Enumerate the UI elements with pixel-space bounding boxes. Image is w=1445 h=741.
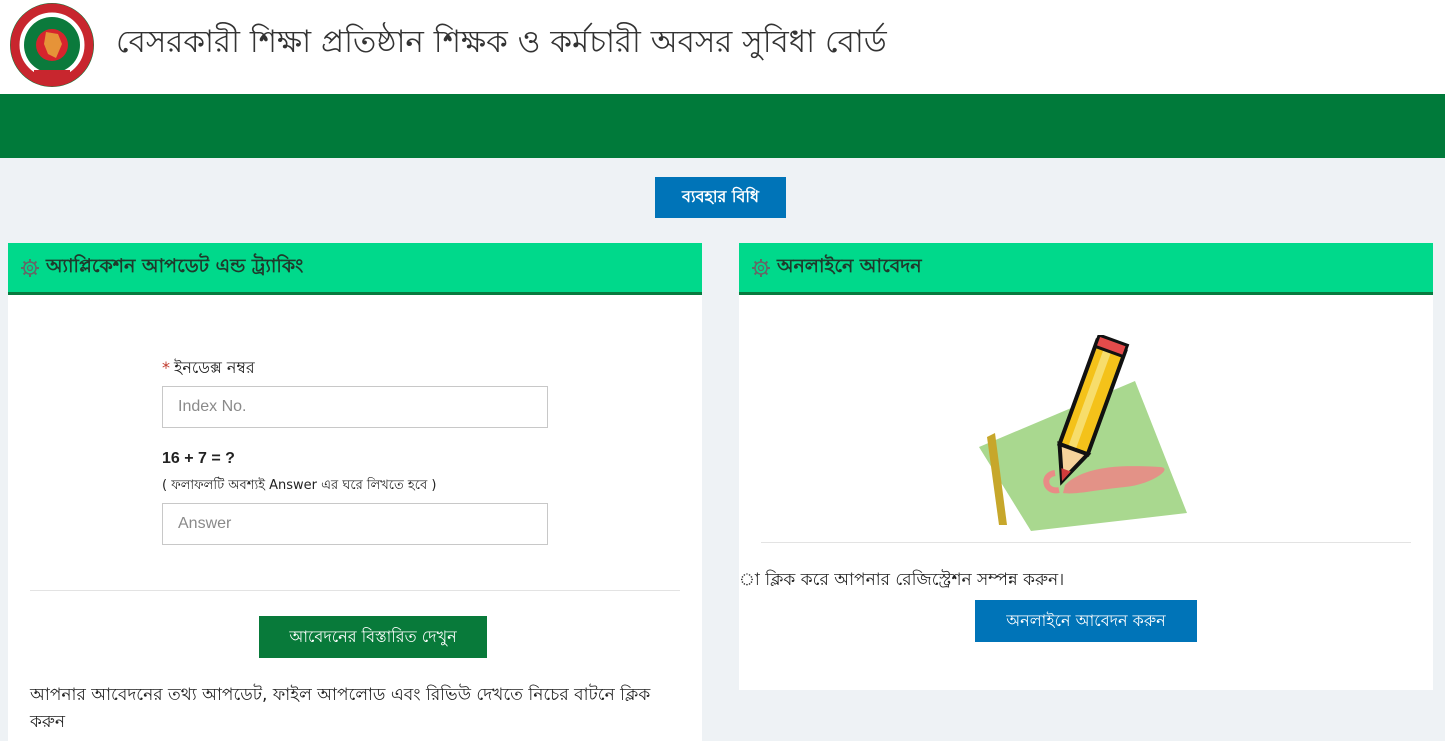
view-application-details-button[interactable]: আবেদনের বিস্তারিত দেখুন	[259, 616, 487, 658]
government-logo[interactable]	[6, 2, 98, 88]
divider	[30, 590, 680, 591]
index-number-label: * ইনডেক্স নম্বর	[162, 355, 255, 382]
online-application-panel: অনলাইনে আবেদন া ক্লিক করে আপনার রেজিস্ট্…	[739, 243, 1433, 690]
panel-header: অনলাইনে আবেদন	[739, 243, 1433, 295]
site-title: বেসরকারী শিক্ষা প্রতিষ্ঠান শিক্ষক ও কর্ম…	[116, 24, 887, 60]
panel-title: অনলাইনে আবেদন	[777, 254, 922, 277]
captcha-question: 16 + 7 = ?	[162, 450, 235, 467]
usage-rules-button[interactable]: ব্যবহার বিধি	[655, 177, 786, 218]
captcha-hint: ( ফলাফলটি অবশ্যই Answer এর ঘরে লিখতে হবে…	[162, 478, 437, 493]
site-header: বেসরকারী শিক্ষা প্রতিষ্ঠান শিক্ষক ও কর্ম…	[0, 0, 1445, 94]
panel-title: অ্যাপ্লিকেশন আপডেট এন্ড ট্র্যাকিং	[46, 254, 304, 277]
gear-icon	[20, 258, 40, 278]
required-marker: *	[162, 358, 170, 377]
apply-online-button[interactable]: অনলাইনে আবেদন করুন	[975, 600, 1197, 642]
update-instructions-text: আপনার আবেদনের তথ্য আপডেট, ফাইল আপলোড এবং…	[30, 685, 651, 732]
nav-bar	[0, 94, 1445, 158]
divider	[761, 542, 1411, 543]
application-tracking-panel: অ্যাপ্লিকেশন আপডেট এন্ড ট্র্যাকিং * ইনডেক…	[8, 243, 702, 741]
registration-instructions-text: া ক্লিক করে আপনার রেজিস্ট্রেশন সম্পন্ন ক…	[739, 570, 1065, 590]
gear-icon	[751, 258, 771, 278]
captcha-answer-input[interactable]	[162, 503, 548, 545]
pencil-paper-illustration	[975, 333, 1195, 540]
index-number-input[interactable]	[162, 386, 548, 428]
index-label-text: ইনডেক্স নম্বর	[174, 358, 255, 377]
panel-header: অ্যাপ্লিকেশন আপডেট এন্ড ট্র্যাকিং	[8, 243, 702, 295]
